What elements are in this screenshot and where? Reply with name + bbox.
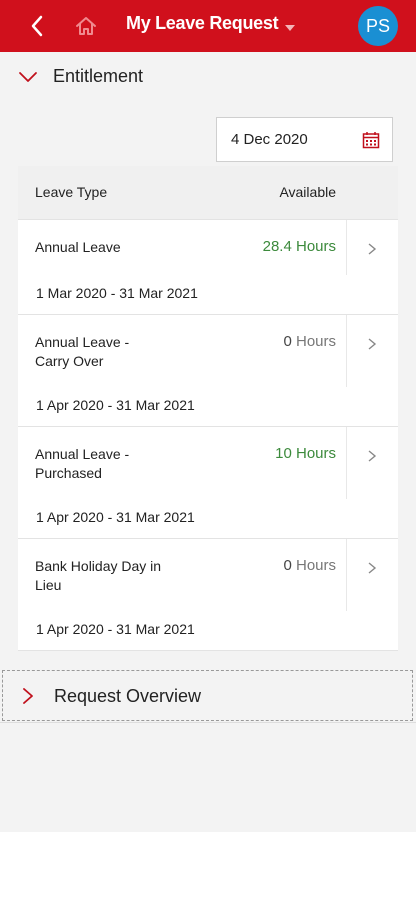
leave-type: Annual Leave - Carry Over [35,334,130,369]
table-row[interactable]: Annual Leave 28.4 Hours 1 Mar 2020 - 31 … [18,220,398,315]
table-row[interactable]: Annual Leave - Carry Over 0 Hours 1 Apr … [18,315,398,427]
app-screen: My Leave Request PS Entitlement 4 Dec 20… [0,0,416,832]
page-title: My Leave Request [126,13,279,33]
avatar[interactable]: PS [358,6,398,46]
caret-down-icon [284,18,296,31]
column-header-available: Available [279,184,336,200]
row-expand-button[interactable] [346,220,398,275]
request-overview-section-header[interactable]: Request Overview [2,670,413,721]
calendar-icon[interactable] [362,131,380,149]
page-background [0,832,416,900]
section-title: Entitlement [53,66,144,86]
leave-type: Annual Leave - Purchased [35,446,130,481]
home-icon[interactable] [74,14,98,38]
leave-period: 1 Apr 2020 - 31 Mar 2021 [36,621,195,637]
chevron-right-icon [22,688,34,704]
row-expand-button[interactable] [346,427,398,499]
date-value: 4 Dec 2020 [231,131,308,148]
chevron-down-icon [18,70,38,84]
app-header: My Leave Request PS [0,0,416,52]
entitlement-section-header[interactable]: Entitlement [0,52,416,102]
available-amount: 0 Hours [283,557,336,574]
leave-period: 1 Mar 2020 - 31 Mar 2021 [36,285,198,301]
back-arrow-icon[interactable] [26,12,50,40]
row-expand-button[interactable] [346,315,398,387]
leave-type: Annual Leave [35,239,121,255]
divider [0,722,416,723]
table-row[interactable]: Bank Holiday Day in Lieu 0 Hours 1 Apr 2… [18,539,398,651]
column-header-leave-type: Leave Type [35,184,108,200]
available-amount: 10 Hours [275,445,336,462]
section-title: Request Overview [54,686,202,706]
chevron-right-icon [367,337,377,350]
chevron-right-icon [367,561,377,574]
table-header: Leave Type Available [18,166,398,220]
date-picker[interactable]: 4 Dec 2020 [216,117,393,162]
row-expand-button[interactable] [346,539,398,611]
table-row[interactable]: Annual Leave - Purchased 10 Hours 1 Apr … [18,427,398,539]
page-title-dropdown[interactable]: My Leave Request [126,13,296,34]
chevron-right-icon [367,242,377,255]
entitlement-table: Leave Type Available Annual Leave 28.4 H… [18,166,398,651]
leave-period: 1 Apr 2020 - 31 Mar 2021 [36,397,195,413]
leave-type: Bank Holiday Day in Lieu [35,558,162,593]
available-amount: 28.4 Hours [262,238,336,255]
chevron-right-icon [367,449,377,462]
available-amount: 0 Hours [283,333,336,350]
leave-period: 1 Apr 2020 - 31 Mar 2021 [36,509,195,525]
